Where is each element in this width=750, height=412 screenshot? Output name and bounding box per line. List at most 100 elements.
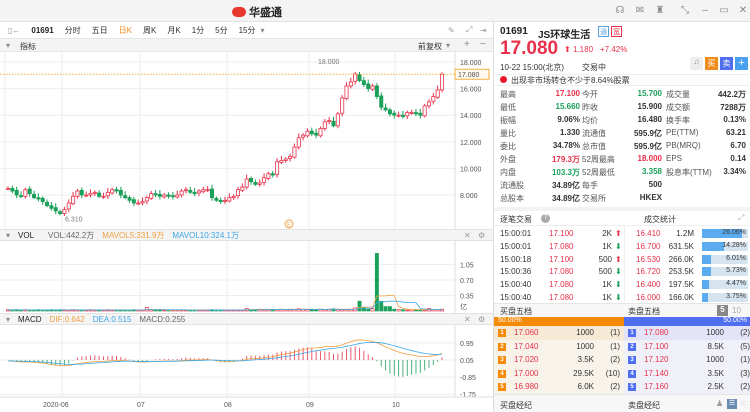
grid-view-icon[interactable]: ⁙ — [740, 399, 747, 408]
bid-level[interactable]: 4 17.000 29.5K (10) — [494, 366, 624, 380]
minimize-icon[interactable]: – — [698, 5, 712, 16]
stat-value: 17.100 — [555, 89, 580, 98]
help-icon[interactable]: ? — [541, 214, 550, 223]
tab-15min[interactable]: 15分 — [239, 25, 256, 36]
tab-1min[interactable]: 1分 — [192, 25, 204, 36]
stat-item: 最高 17.100 — [500, 89, 580, 100]
candle — [405, 112, 410, 117]
close-pane-icon[interactable]: ✕ — [464, 231, 471, 240]
tab-intraday[interactable]: 分时 — [65, 25, 81, 36]
candle — [157, 193, 162, 197]
add-watchlist-button[interactable]: + — [735, 57, 748, 70]
candle — [344, 85, 349, 99]
person-icon[interactable]: ♟ — [716, 399, 723, 408]
shrink-icon[interactable]: ⤡ — [678, 5, 692, 16]
candle — [10, 187, 15, 192]
zoom-in-icon[interactable]: + — [464, 39, 470, 50]
level-badge: 5 — [498, 383, 506, 391]
vol-axis-label: 0.35 — [460, 294, 474, 301]
zoom-out-icon[interactable]: − — [480, 39, 486, 50]
candle — [183, 189, 188, 192]
headset-icon[interactable]: ☊ — [613, 5, 627, 16]
level-orders: (2) — [740, 328, 750, 337]
volume-bar — [400, 309, 405, 312]
down-arrow-icon: ⬇ — [615, 241, 622, 251]
collapse-icon[interactable]: ▾ — [6, 231, 10, 240]
close-icon[interactable]: ✕ — [736, 5, 750, 16]
price-label: 8.000 — [460, 193, 478, 200]
candle — [379, 95, 384, 108]
volume-bar — [344, 309, 349, 312]
collapse-icon[interactable]: ▾ — [6, 41, 10, 50]
tab-daily-k[interactable]: 日K — [119, 25, 132, 36]
candle — [114, 189, 119, 192]
adjust-dropdown-icon[interactable]: ▾ — [446, 41, 450, 50]
level-volume: 1000 — [706, 355, 724, 364]
period-dropdown-icon[interactable]: ▾ — [261, 26, 265, 35]
collapse-icon[interactable]: ▾ — [6, 315, 10, 324]
ask-level[interactable]: 5 17.160 2.5K (2) — [624, 380, 750, 394]
bid-level[interactable]: 5 16.980 6.0K (2) — [494, 380, 624, 394]
maximize-icon[interactable]: ▭ — [717, 5, 731, 16]
depth-5-button[interactable]: 5 — [717, 305, 728, 316]
close-pane-icon[interactable]: ✕ — [464, 315, 471, 324]
quote-time: 10-22 15:00(北京) — [500, 63, 565, 72]
stat-item: 昨收 15.900 — [582, 102, 662, 113]
ask-level[interactable]: 4 17.140 3.5K (3) — [624, 366, 750, 380]
pencil-icon[interactable]: ✎ — [448, 26, 455, 35]
collapse-panel-icon[interactable]: ⇥ — [480, 26, 487, 35]
trade-volume: 500 — [598, 267, 612, 277]
stat-value: 595.9亿 — [633, 129, 662, 138]
alert-text[interactable]: 出现非市场转仓不少于8.64%股票 — [511, 75, 630, 86]
stat-item: 52周最低 3.358 — [582, 167, 662, 178]
stat-value: 16.480 — [637, 115, 662, 124]
indicator-button[interactable]: 指标 — [20, 41, 36, 52]
sell-button[interactable]: 卖 — [720, 57, 733, 70]
tab-5min[interactable]: 5分 — [215, 25, 227, 36]
stat-item: 52周最高 18.000 — [582, 154, 662, 165]
ask-broker-title: 卖盘经纪 — [628, 401, 660, 410]
tab-5day[interactable]: 五日 — [92, 25, 108, 36]
down-arrow-icon: ⬇ — [615, 280, 622, 290]
gear-icon[interactable]: ⚙ — [478, 231, 485, 240]
candle — [361, 80, 366, 86]
gear-icon[interactable]: ⚙ — [478, 315, 485, 324]
bid-level[interactable]: 3 17.020 3.5K (2) — [494, 353, 624, 367]
level-orders: (10) — [605, 368, 620, 378]
stat-value: 103.3万 — [551, 168, 580, 177]
depth-10-button[interactable]: 10 — [732, 306, 741, 315]
expand-icon[interactable]: ⤢ — [466, 25, 472, 35]
buy-button[interactable]: 买 — [705, 57, 718, 70]
ask-level[interactable]: 1 17.080 1000 (2) — [624, 326, 750, 340]
stat-label: PE(TTM) — [666, 128, 699, 137]
level-price: 17.160 — [644, 382, 669, 391]
ask-level[interactable]: 2 17.100 8.5K (5) — [624, 339, 750, 353]
candle — [127, 197, 132, 201]
candle — [257, 182, 262, 185]
sidebar-toggle-icon[interactable]: ▯← — [8, 26, 20, 35]
volume-bar — [340, 309, 345, 312]
tab-monthly-k[interactable]: 月K — [167, 25, 180, 36]
stat-volume: 631.5K — [668, 241, 694, 251]
ask-level[interactable]: 3 17.120 1000 (1) — [624, 353, 750, 367]
stat-percent: 26.06% — [722, 229, 746, 236]
stat-label: 昨收 — [582, 103, 598, 112]
bid-level[interactable]: 1 17.060 1000 (1) — [494, 326, 624, 340]
shirt-icon[interactable]: ♜ — [653, 5, 667, 16]
fullscreen-icon[interactable]: ⤢ — [738, 213, 744, 223]
tab-weekly-k[interactable]: 周K — [143, 25, 156, 36]
stat-volume: 197.5K — [668, 280, 694, 290]
adjust-select[interactable]: 前复权 — [418, 41, 442, 52]
mail-icon[interactable]: ✉ — [633, 5, 647, 16]
bid-level[interactable]: 2 17.040 1000 (1) — [494, 339, 624, 353]
bell-icon[interactable]: ♫ — [690, 57, 703, 70]
stat-item: 今开 15.700 — [582, 89, 662, 100]
level-volume: 3.5K — [707, 368, 724, 378]
candle — [418, 112, 423, 116]
candlestick-chart[interactable]: 18.000 16.000 14.000 12.000 10.000 8.000 17.08… — [0, 52, 493, 229]
stat-price: 16.000 — [636, 293, 661, 302]
candle — [370, 85, 375, 90]
stat-item: PE(TTM) 63.21 — [666, 128, 746, 137]
candle — [322, 121, 327, 129]
list-view-icon[interactable]: ☰ — [727, 399, 737, 409]
